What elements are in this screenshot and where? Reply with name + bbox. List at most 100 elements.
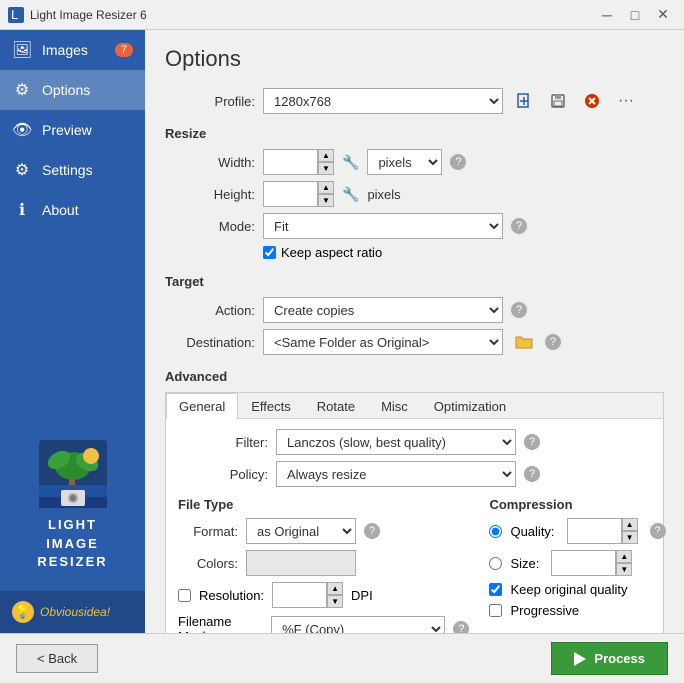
action-help-icon[interactable]: ? bbox=[511, 302, 527, 318]
sidebar: 🖼 Images 7 ⚙ Options 👁 Preview ⚙ Setting… bbox=[0, 30, 145, 633]
policy-select[interactable]: Always resize bbox=[276, 461, 516, 487]
action-label: Action: bbox=[165, 303, 255, 318]
keep-aspect-label: Keep aspect ratio bbox=[281, 245, 382, 260]
size-up-button[interactable]: ▲ bbox=[616, 550, 632, 563]
quality-input[interactable]: 90% bbox=[567, 518, 622, 544]
policy-help-icon[interactable]: ? bbox=[524, 466, 540, 482]
back-button[interactable]: < Back bbox=[16, 644, 98, 673]
mode-select[interactable]: Fit bbox=[263, 213, 503, 239]
maximize-button[interactable]: □ bbox=[622, 4, 648, 26]
sidebar-item-images[interactable]: 🖼 Images 7 bbox=[0, 30, 145, 70]
filetype-label: File Type bbox=[178, 497, 469, 512]
filter-help-icon[interactable]: ? bbox=[524, 434, 540, 450]
width-down-button[interactable]: ▼ bbox=[318, 162, 334, 175]
sidebar-item-about-label: About bbox=[42, 202, 79, 218]
height-label: Height: bbox=[165, 187, 255, 202]
window-controls: ─ □ ✕ bbox=[594, 4, 676, 26]
resolution-input[interactable]: 96 bbox=[272, 582, 327, 608]
destination-label: Destination: bbox=[165, 335, 255, 350]
height-wrench-icon[interactable]: 🔧 bbox=[342, 186, 359, 203]
quality-radio[interactable] bbox=[489, 525, 502, 538]
width-row: Width: 1280 ▲ ▼ 🔧 pixels ? bbox=[165, 149, 664, 175]
size-row: Size: 100 KB ▲ ▼ bbox=[489, 550, 665, 576]
progressive-checkbox[interactable] bbox=[489, 604, 502, 617]
resolution-down-button[interactable]: ▼ bbox=[327, 595, 343, 608]
tab-general[interactable]: General bbox=[166, 393, 238, 419]
width-help-icon[interactable]: ? bbox=[450, 154, 466, 170]
height-down-button[interactable]: ▼ bbox=[318, 194, 334, 207]
format-select[interactable]: as Original bbox=[246, 518, 356, 544]
profile-save-button[interactable] bbox=[545, 88, 571, 114]
sidebar-item-settings-label: Settings bbox=[42, 162, 93, 178]
format-row: Format: as Original ? bbox=[178, 518, 469, 544]
width-unit-select[interactable]: pixels bbox=[367, 149, 442, 175]
quality-help-icon[interactable]: ? bbox=[650, 523, 666, 539]
mode-row: Mode: Fit ? bbox=[165, 213, 664, 239]
sidebar-item-images-label: Images bbox=[42, 42, 88, 58]
process-label: Process bbox=[594, 651, 645, 666]
width-wrench-icon[interactable]: 🔧 bbox=[342, 154, 359, 171]
profile-delete-button[interactable] bbox=[579, 88, 605, 114]
preview-icon: 👁 bbox=[12, 120, 32, 140]
sidebar-item-preview-label: Preview bbox=[42, 122, 92, 138]
options-icon: ⚙ bbox=[12, 80, 32, 100]
settings-icon: ⚙ bbox=[12, 160, 32, 180]
height-up-button[interactable]: ▲ bbox=[318, 181, 334, 194]
sidebar-item-options[interactable]: ⚙ Options bbox=[0, 70, 145, 110]
sidebar-item-settings[interactable]: ⚙ Settings bbox=[0, 150, 145, 190]
filename-label: Filename Mask: bbox=[178, 614, 257, 633]
resolution-up-button[interactable]: ▲ bbox=[327, 582, 343, 595]
app-icon: L bbox=[8, 7, 24, 23]
filename-select[interactable]: %F (Copy) bbox=[271, 616, 445, 633]
filetype-section: File Type Format: as Original ? Colors: … bbox=[178, 497, 469, 633]
format-help-icon[interactable]: ? bbox=[364, 523, 380, 539]
advanced-tabs: General Effects Rotate Misc Optimization bbox=[166, 393, 663, 419]
width-spinner: 1280 ▲ ▼ bbox=[263, 149, 334, 175]
profile-select[interactable]: 1280x768 bbox=[263, 88, 503, 114]
resolution-checkbox[interactable] bbox=[178, 589, 191, 602]
sidebar-item-about[interactable]: ℹ About bbox=[0, 190, 145, 230]
width-up-button[interactable]: ▲ bbox=[318, 149, 334, 162]
profile-more-button[interactable]: ··· bbox=[613, 88, 639, 114]
colors-input: Automatic bbox=[246, 550, 356, 576]
titlebar: L Light Image Resizer 6 ─ □ ✕ bbox=[0, 0, 684, 30]
action-select[interactable]: Create copies bbox=[263, 297, 503, 323]
content-area: Options Profile: 1280x768 ··· Resize Wid… bbox=[145, 30, 684, 633]
dpi-label: DPI bbox=[351, 588, 373, 603]
sidebar-item-preview[interactable]: 👁 Preview bbox=[0, 110, 145, 150]
advanced-section-label: Advanced bbox=[165, 369, 664, 384]
height-input[interactable]: 768 bbox=[263, 181, 318, 207]
keep-quality-row: Keep original quality bbox=[489, 582, 665, 597]
width-input[interactable]: 1280 bbox=[263, 149, 318, 175]
logo-image bbox=[39, 440, 107, 508]
process-button[interactable]: Process bbox=[551, 642, 668, 675]
quality-down-button[interactable]: ▼ bbox=[622, 531, 638, 544]
close-button[interactable]: ✕ bbox=[650, 4, 676, 26]
size-input[interactable]: 100 KB bbox=[551, 550, 616, 576]
destination-help-icon[interactable]: ? bbox=[545, 334, 561, 350]
filter-select[interactable]: Lanczos (slow, best quality) bbox=[276, 429, 516, 455]
tab-rotate[interactable]: Rotate bbox=[304, 393, 368, 419]
resolution-label: Resolution: bbox=[199, 588, 264, 603]
resolution-spinner: 96 ▲ ▼ bbox=[272, 582, 343, 608]
keep-quality-checkbox[interactable] bbox=[489, 583, 502, 596]
quality-up-button[interactable]: ▲ bbox=[622, 518, 638, 531]
destination-select[interactable]: <Same Folder as Original> bbox=[263, 329, 503, 355]
tab-misc[interactable]: Misc bbox=[368, 393, 421, 419]
profile-new-button[interactable] bbox=[511, 88, 537, 114]
lightbulb-icon: 💡 bbox=[12, 601, 34, 623]
policy-label: Policy: bbox=[178, 467, 268, 482]
sidebar-footer: 💡 Obviousidea! bbox=[0, 591, 145, 633]
tab-optimization[interactable]: Optimization bbox=[421, 393, 519, 419]
keep-aspect-checkbox[interactable] bbox=[263, 246, 276, 259]
size-radio[interactable] bbox=[489, 557, 502, 570]
logo-text: LIGHT IMAGE RESIZER bbox=[37, 516, 107, 571]
tab-effects[interactable]: Effects bbox=[238, 393, 304, 419]
size-down-button[interactable]: ▼ bbox=[616, 563, 632, 576]
svg-text:L: L bbox=[11, 7, 18, 22]
quality-spinner: 90% ▲ ▼ bbox=[567, 518, 638, 544]
minimize-button[interactable]: ─ bbox=[594, 4, 620, 26]
destination-folder-button[interactable] bbox=[511, 329, 537, 355]
filename-help-icon[interactable]: ? bbox=[453, 621, 469, 633]
mode-help-icon[interactable]: ? bbox=[511, 218, 527, 234]
